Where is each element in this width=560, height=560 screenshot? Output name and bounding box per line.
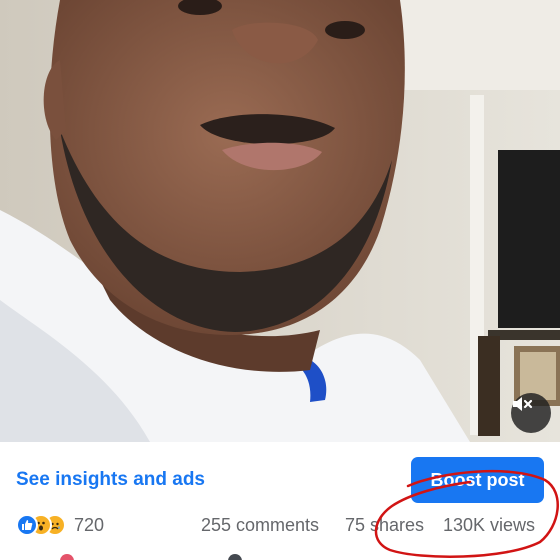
action-icons-row — [0, 554, 560, 560]
reaction-count: 720 — [74, 514, 105, 535]
facebook-post-screen: See insights and ads Boost post 720 255 … — [0, 0, 560, 560]
shares-count[interactable]: 75 shares — [345, 515, 424, 536]
video-player[interactable] — [0, 0, 560, 442]
views-count[interactable]: 130K views — [443, 515, 535, 536]
video-frame-image — [0, 0, 560, 442]
post-footer: See insights and ads Boost post 720 255 … — [0, 442, 560, 560]
comments-count[interactable]: 255 comments — [201, 515, 319, 536]
like-reaction-icon — [16, 514, 38, 536]
see-insights-link[interactable]: See insights and ads — [16, 469, 205, 491]
speaker-muted-icon — [513, 397, 533, 411]
engagement-stats: 720 255 comments 75 shares 130K views — [16, 514, 552, 540]
bottom-action-icon[interactable] — [228, 554, 242, 560]
reactions-summary[interactable]: 720 — [16, 514, 104, 536]
bottom-action-icon[interactable] — [60, 554, 74, 560]
boost-post-button[interactable]: Boost post — [411, 457, 544, 503]
mute-toggle-button[interactable] — [511, 393, 551, 433]
